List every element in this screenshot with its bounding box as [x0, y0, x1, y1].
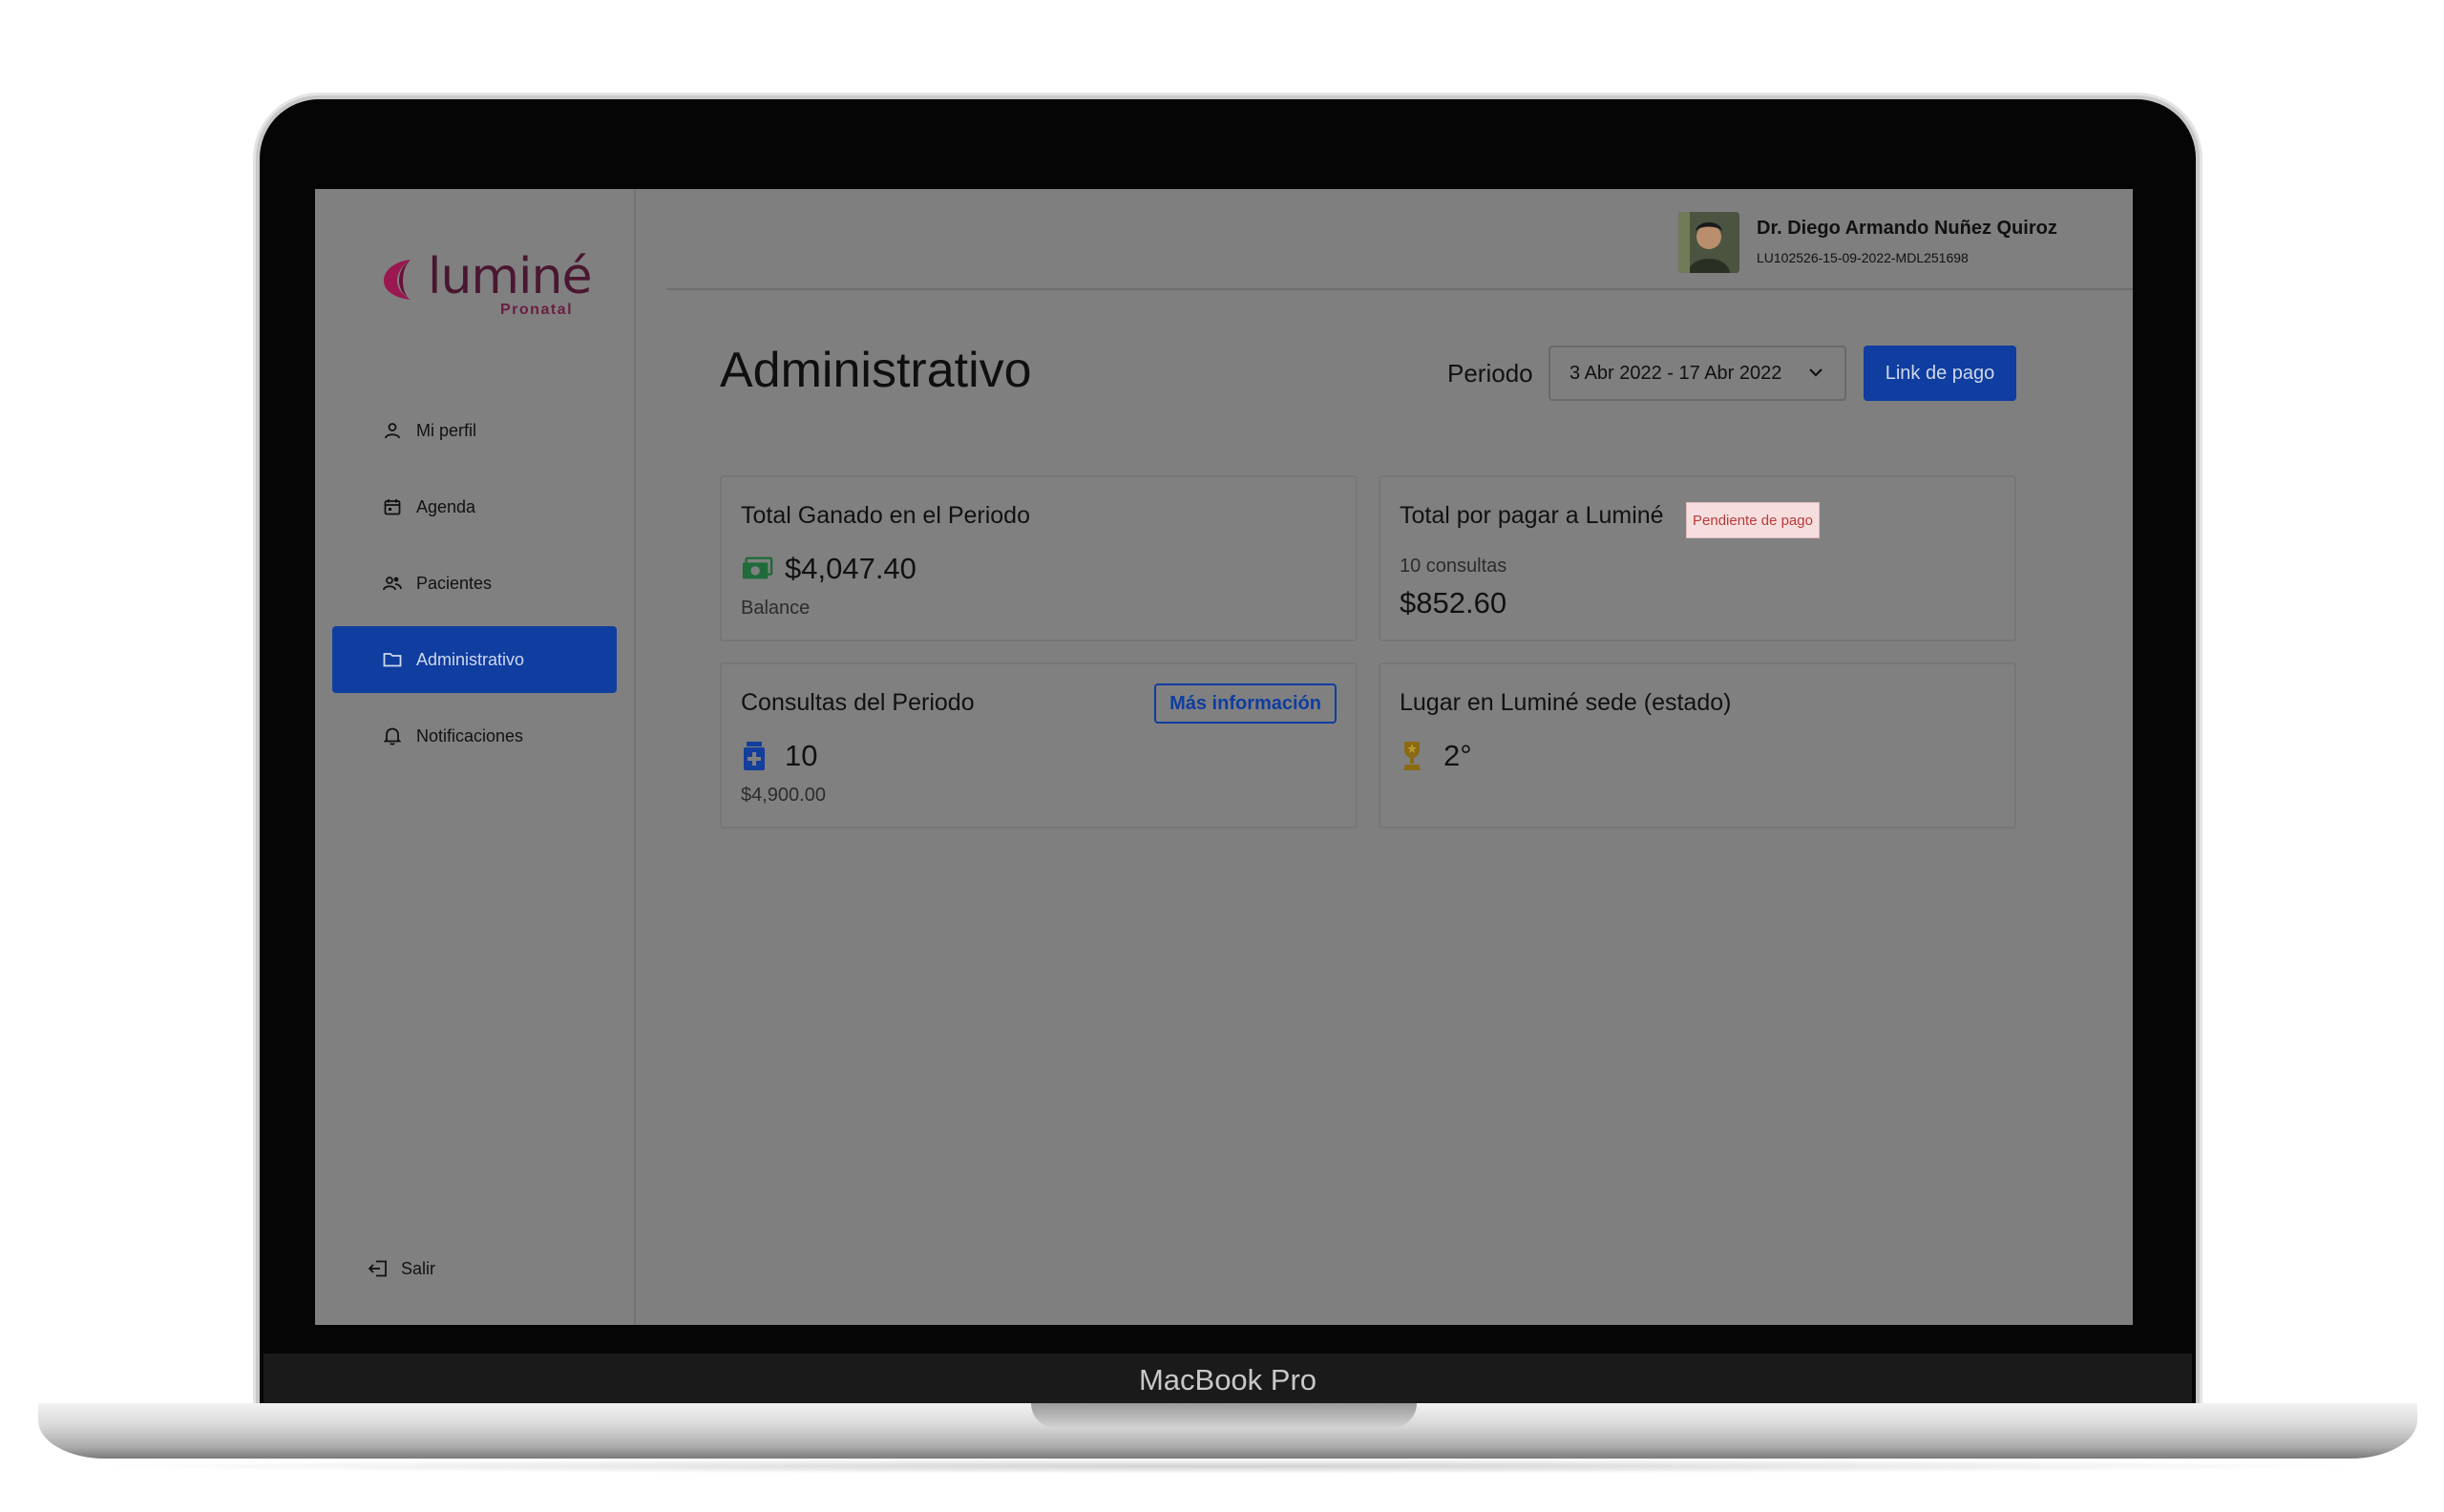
logout-label: Salir: [401, 1258, 436, 1278]
users-icon: [382, 573, 403, 594]
sidebar-item-label: Notificaciones: [416, 725, 524, 746]
earned-caption: Balance: [741, 598, 811, 619]
earned-card: Total Ganado en el Periodo $4,047.40 Bal…: [720, 475, 1358, 641]
rank-value: 2°: [1443, 739, 1472, 772]
sidebar: luminé Pronatal Mi perfil Agenda Pacient…: [315, 189, 636, 1325]
to-pay-amount: $852.60: [1400, 586, 1507, 620]
laptop-brand-label: MacBook Pro: [1138, 1363, 1317, 1396]
avatar[interactable]: [1678, 212, 1739, 273]
logo-wordmark: luminé: [428, 248, 592, 305]
user-id: LU102526-15-09-2022-MDL251698: [1757, 250, 1969, 265]
user-name: Dr. Diego Armando Nuñez Quiroz: [1757, 218, 2057, 239]
chevron-down-icon: [1809, 368, 1822, 377]
logo-mark-icon: [384, 260, 411, 300]
bell-icon: [382, 725, 403, 746]
consults-count-row: 10: [741, 739, 817, 773]
sidebar-item-pacientes[interactable]: Pacientes: [332, 550, 617, 617]
sidebar-item-mi-perfil[interactable]: Mi perfil: [332, 397, 617, 464]
logout-button[interactable]: Salir: [369, 1258, 435, 1279]
avatar-photo-icon: [1678, 212, 1739, 273]
logo-subtitle: Pronatal: [500, 302, 574, 318]
consults-card: Consultas del Periodo Más información 10…: [720, 662, 1358, 829]
earned-amount: $4,047.40: [785, 552, 916, 585]
sidebar-item-administrativo[interactable]: Administrativo: [332, 626, 617, 693]
to-pay-count: 10 consultas: [1400, 556, 1507, 577]
consults-amount: $4,900.00: [741, 785, 826, 806]
trophy-icon: [1400, 740, 1432, 772]
rank-card-title: Lugar en Luminé sede (estado): [1400, 689, 1732, 716]
logout-icon: [369, 1258, 390, 1279]
medical-icon: [741, 740, 773, 772]
topbar: Dr. Diego Armando Nuñez Quiroz LU102526-…: [666, 189, 2133, 290]
lumine-logo[interactable]: luminé Pronatal: [382, 248, 592, 321]
money-icon: [741, 553, 773, 585]
sidebar-item-label: Agenda: [416, 496, 476, 516]
rank-card: Lugar en Luminé sede (estado) 2°: [1379, 662, 2016, 829]
earned-card-title: Total Ganado en el Periodo: [741, 502, 1030, 529]
to-pay-card: Total por pagar a Luminé Pendiente de pa…: [1379, 475, 2016, 641]
more-info-button[interactable]: Más información: [1154, 683, 1337, 724]
period-label: Periodo: [1447, 359, 1533, 388]
to-pay-card-title: Total por pagar a Luminé: [1400, 502, 1664, 529]
calendar-icon: [382, 496, 403, 517]
folder-icon: [382, 649, 403, 670]
page-title: Administrativo: [720, 343, 1032, 398]
app-screen: luminé Pronatal Mi perfil Agenda Pacient…: [315, 189, 2133, 1325]
sidebar-item-label: Pacientes: [416, 573, 493, 593]
user-icon: [382, 420, 403, 441]
rank-row: 2°: [1400, 739, 1472, 773]
sidebar-item-notificaciones[interactable]: Notificaciones: [332, 703, 617, 769]
consults-card-title: Consultas del Periodo: [741, 689, 975, 716]
laptop-shadow: [76, 1459, 2379, 1474]
sidebar-item-agenda[interactable]: Agenda: [332, 473, 617, 540]
consults-count: 10: [785, 739, 818, 772]
sidebar-item-label: Administrativo: [416, 649, 525, 669]
period-select-value: 3 Abr 2022 - 17 Abr 2022: [1570, 362, 1782, 384]
laptop-notch: [1031, 1403, 1417, 1428]
period-select[interactable]: 3 Abr 2022 - 17 Abr 2022: [1549, 346, 1846, 401]
status-badge: Pendiente de pago: [1686, 502, 1820, 538]
earned-amount-row: $4,047.40: [741, 552, 916, 586]
sidebar-item-label: Mi perfil: [416, 420, 477, 440]
pay-link-button[interactable]: Link de pago: [1864, 346, 2016, 401]
